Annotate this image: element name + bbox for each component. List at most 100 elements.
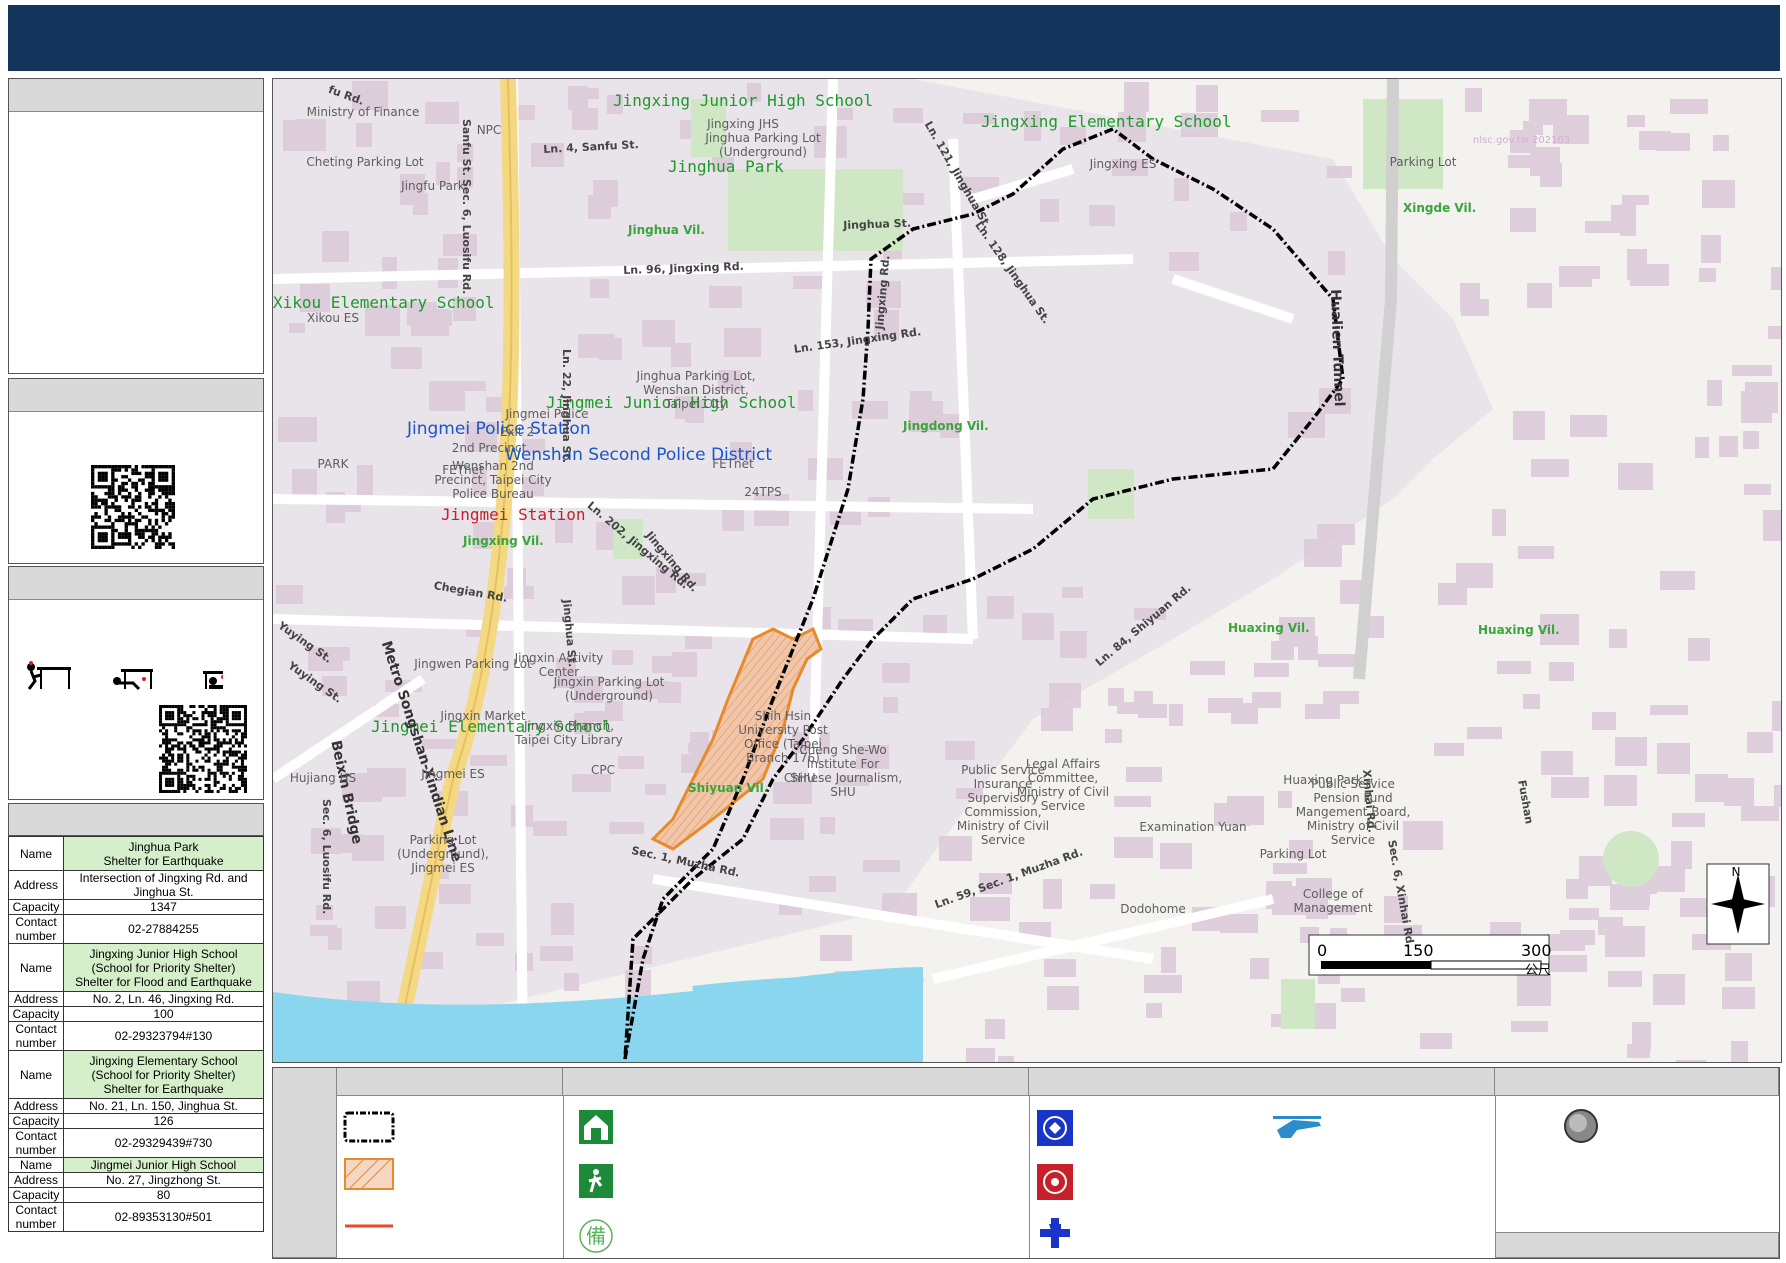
scale-tick-150: 150 bbox=[1403, 941, 1434, 960]
shelter-contact: 02-27884255 bbox=[63, 914, 264, 944]
shelter-row: Name Jingmei Junior High School bbox=[8, 1157, 264, 1173]
village-label: Huaxing Vil. bbox=[1478, 623, 1560, 637]
scale-tick-0: 0 bbox=[1317, 941, 1328, 960]
shelter-name: Jinghua Park Shelter for Earthquake bbox=[63, 836, 264, 871]
place-label: Jingxin Branch, Taipei City Library bbox=[515, 719, 623, 747]
shelter-row: Contact number 02-29323794#130 bbox=[8, 1021, 264, 1051]
shelter-map-label: Jingxing Junior High School bbox=[613, 91, 874, 110]
table-field-label: Contact number bbox=[8, 914, 64, 944]
table-field-label: Address bbox=[8, 1098, 64, 1114]
panel-header bbox=[9, 79, 263, 112]
shelter-row: Capacity 100 bbox=[8, 1006, 264, 1022]
shelter-row: Address No. 27, Jingzhong St. bbox=[8, 1172, 264, 1188]
shelter-row: Name Jingxing Junior High School (School … bbox=[8, 943, 264, 992]
shelter-name: Jingxing Elementary School (School for P… bbox=[63, 1050, 264, 1099]
qr-code-icon[interactable] bbox=[159, 705, 247, 793]
fire-station-icon bbox=[1037, 1164, 1073, 1200]
svg-text:備: 備 bbox=[586, 1224, 606, 1248]
shelter-address: No. 21, Ln. 150, Jinghua St. bbox=[63, 1098, 264, 1114]
shelter-row: Capacity 1347 bbox=[8, 899, 264, 915]
shelter-contact: 02-29329439#730 bbox=[63, 1128, 264, 1158]
shelter-row: Address No. 2, Ln. 46, Jingxing Rd. bbox=[8, 991, 264, 1007]
emergency-point-icon bbox=[1564, 1109, 1598, 1143]
shelter-contact: 02-89353130#501 bbox=[63, 1202, 264, 1232]
shelter-row: Name Jinghua Park Shelter for Earthquake bbox=[8, 836, 264, 871]
place-label: Jingxin Parking Lot (Underground) bbox=[553, 675, 665, 703]
place-label: Jinghua Parking Lot, Wenshan District, T… bbox=[636, 369, 756, 411]
panel-header bbox=[9, 804, 263, 835]
shelter-address: No. 2, Ln. 46, Jingxing Rd. bbox=[63, 991, 264, 1007]
place-label: SHU bbox=[790, 771, 816, 785]
table-field-label: Capacity bbox=[8, 1187, 64, 1203]
info-panel-top bbox=[8, 78, 264, 374]
place-label: NPC bbox=[476, 123, 502, 137]
place-label: 2nd Precinct bbox=[451, 441, 527, 455]
place-label: Parking Lot bbox=[1389, 155, 1457, 169]
village-label: Jingxing Vil. bbox=[463, 534, 544, 548]
place-label: Examination Yuan bbox=[1139, 820, 1247, 834]
place-label: Exit 2 bbox=[499, 425, 535, 439]
place-label: Jingxing JHS bbox=[707, 117, 779, 131]
place-label: Jingmei Police bbox=[505, 407, 589, 421]
panel-header bbox=[9, 379, 263, 412]
table-field-label: Name bbox=[8, 943, 64, 992]
shelter-row: Address Intersection of Jingxing Rd. and … bbox=[8, 870, 264, 900]
qr-code-icon[interactable] bbox=[91, 465, 175, 549]
place-label: Legal Affairs Committee, Ministry of Civ… bbox=[1016, 757, 1110, 813]
place-label: Public Service Pension Fund Mangement Bo… bbox=[1295, 777, 1411, 847]
table-field-label: Address bbox=[8, 870, 64, 900]
shelter-map-label: Xikou Elementary School bbox=[273, 293, 495, 312]
shelter-capacity: 100 bbox=[63, 1006, 264, 1022]
svg-text:N: N bbox=[1732, 865, 1741, 879]
title-banner bbox=[8, 5, 1780, 71]
place-label: Parking Lot bbox=[1259, 847, 1327, 861]
table-field-label: Name bbox=[8, 1157, 64, 1173]
place-label: FETnet bbox=[712, 457, 754, 471]
place-label: 24TPS bbox=[744, 485, 782, 499]
boundary-legend-swatch bbox=[343, 1111, 395, 1143]
shelter-name: Jingmei Junior High School bbox=[63, 1157, 264, 1173]
north-arrow: N bbox=[1706, 863, 1770, 945]
shelter-capacity: 126 bbox=[63, 1113, 264, 1129]
place-label: CPC bbox=[591, 763, 615, 777]
shelter-row: Contact number 02-29329439#730 bbox=[8, 1128, 264, 1158]
police-badge-icon bbox=[1037, 1110, 1073, 1146]
table-field-label: Name bbox=[8, 1050, 64, 1099]
shelter-house-icon bbox=[579, 1110, 613, 1144]
road-label: Jinghua St. bbox=[843, 216, 912, 232]
shelter-map-label: Jinghua Park bbox=[668, 157, 784, 176]
place-label: College of Management bbox=[1293, 887, 1373, 915]
panel-header bbox=[9, 567, 263, 600]
table-field-label: Capacity bbox=[8, 1113, 64, 1129]
road-label: Ln. 22, Jinghua St. bbox=[560, 349, 573, 464]
shelter-row: Address No. 21, Ln. 150, Jinghua St. bbox=[8, 1098, 264, 1114]
place-label: Hujiang HS bbox=[289, 771, 357, 785]
table-field-label: Capacity bbox=[8, 1006, 64, 1022]
road-label: Sec. 6, Luosifu Rd. bbox=[460, 179, 473, 295]
place-label: Cheting Parking Lot bbox=[306, 155, 424, 169]
info-panel-safety bbox=[8, 566, 264, 800]
place-label: Jinghua Parking Lot (Underground) bbox=[705, 131, 821, 159]
scale-tick-300: 300 bbox=[1521, 941, 1552, 960]
table-header-panel bbox=[8, 803, 264, 836]
table-field-label: Capacity bbox=[8, 899, 64, 915]
table-field-label: Contact number bbox=[8, 1128, 64, 1158]
table-field-label: Contact number bbox=[8, 1021, 64, 1051]
standby-shelter-icon: 備 bbox=[579, 1219, 613, 1253]
map-view[interactable]: N Jingxing Junior High School Jingxing El… bbox=[272, 78, 1782, 1063]
shelter-map-label: Jingxing Elementary School bbox=[981, 112, 1232, 131]
helicopter-icon bbox=[1273, 1116, 1321, 1138]
shelter-address: Intersection of Jingxing Rd. and Jinghua… bbox=[63, 870, 264, 900]
map-canvas: N bbox=[273, 79, 1781, 1062]
fire-station-map-label: Jingmei Station bbox=[441, 505, 586, 524]
place-label: Jingxing ES bbox=[1089, 157, 1157, 171]
village-label: Jingdong Vil. bbox=[903, 419, 989, 433]
shelter-row: Capacity 80 bbox=[8, 1187, 264, 1203]
place-label: Jingfu Park bbox=[401, 179, 465, 193]
shelter-table: Name Jinghua Park Shelter for Earthquake A… bbox=[8, 836, 264, 1232]
table-field-label: Contact number bbox=[8, 1202, 64, 1232]
place-label: PARK bbox=[317, 457, 349, 471]
ambulance-icon bbox=[1040, 1218, 1070, 1248]
village-label: Xingde Vil. bbox=[1403, 201, 1477, 215]
watermark: nlsc.gov.tw 202103 bbox=[1473, 135, 1571, 146]
